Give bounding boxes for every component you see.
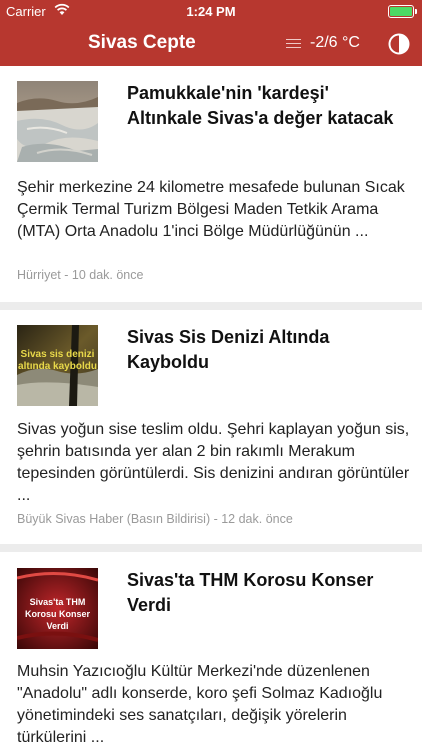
menu-icon[interactable] (286, 39, 301, 49)
battery-icon (388, 5, 417, 18)
news-source: Büyük Sivas Haber (Basın Bildirisi) - 12… (17, 512, 293, 526)
thumbnail-caption: Sivas'ta THM Korosu Konser Verdi (24, 597, 90, 631)
news-item[interactable]: Sivas'ta THM Korosu Konser Verdi Sivas't… (0, 552, 422, 750)
clock: 1:24 PM (186, 4, 236, 19)
status-bar: Carrier 1:24 PM (0, 0, 422, 22)
theme-toggle-icon[interactable] (388, 33, 410, 55)
news-summary: Şehir merkezine 24 kilometre mesafede bu… (17, 179, 405, 240)
news-headline[interactable]: Pamukkale'nin 'kardeşi' Altınkale Sivas'… (127, 81, 407, 131)
news-summary: Muhsin Yazıcıoğlu Kültür Merkezi'nde düz… (17, 663, 383, 746)
news-summary: Sivas yoğun sise teslim oldu. Şehri kapl… (17, 421, 410, 504)
news-headline[interactable]: Sivas'ta THM Korosu Konser Verdi (127, 568, 407, 618)
app-title: Sivas Cepte (88, 32, 196, 53)
news-source: Hürriyet - 10 dak. önce (17, 268, 144, 282)
weather-label[interactable]: -2/6 °C (310, 34, 360, 52)
news-item[interactable]: Sivas sis denizi altında kayboldu Sivas … (0, 310, 422, 544)
thumbnail-caption: Sivas sis denizi altında kayboldu (18, 349, 97, 372)
news-thumbnail: Sivas'ta THM Korosu Konser Verdi (17, 568, 98, 649)
news-thumbnail (17, 81, 98, 162)
news-thumbnail: Sivas sis denizi altında kayboldu (17, 325, 98, 406)
separator (0, 544, 422, 552)
nav-bar: Sivas Cepte -2/6 °C (0, 22, 422, 66)
news-item[interactable]: Pamukkale'nin 'kardeşi' Altınkale Sivas'… (0, 66, 422, 302)
news-headline[interactable]: Sivas Sis Denizi Altında Kayboldu (127, 325, 407, 375)
separator (0, 302, 422, 310)
